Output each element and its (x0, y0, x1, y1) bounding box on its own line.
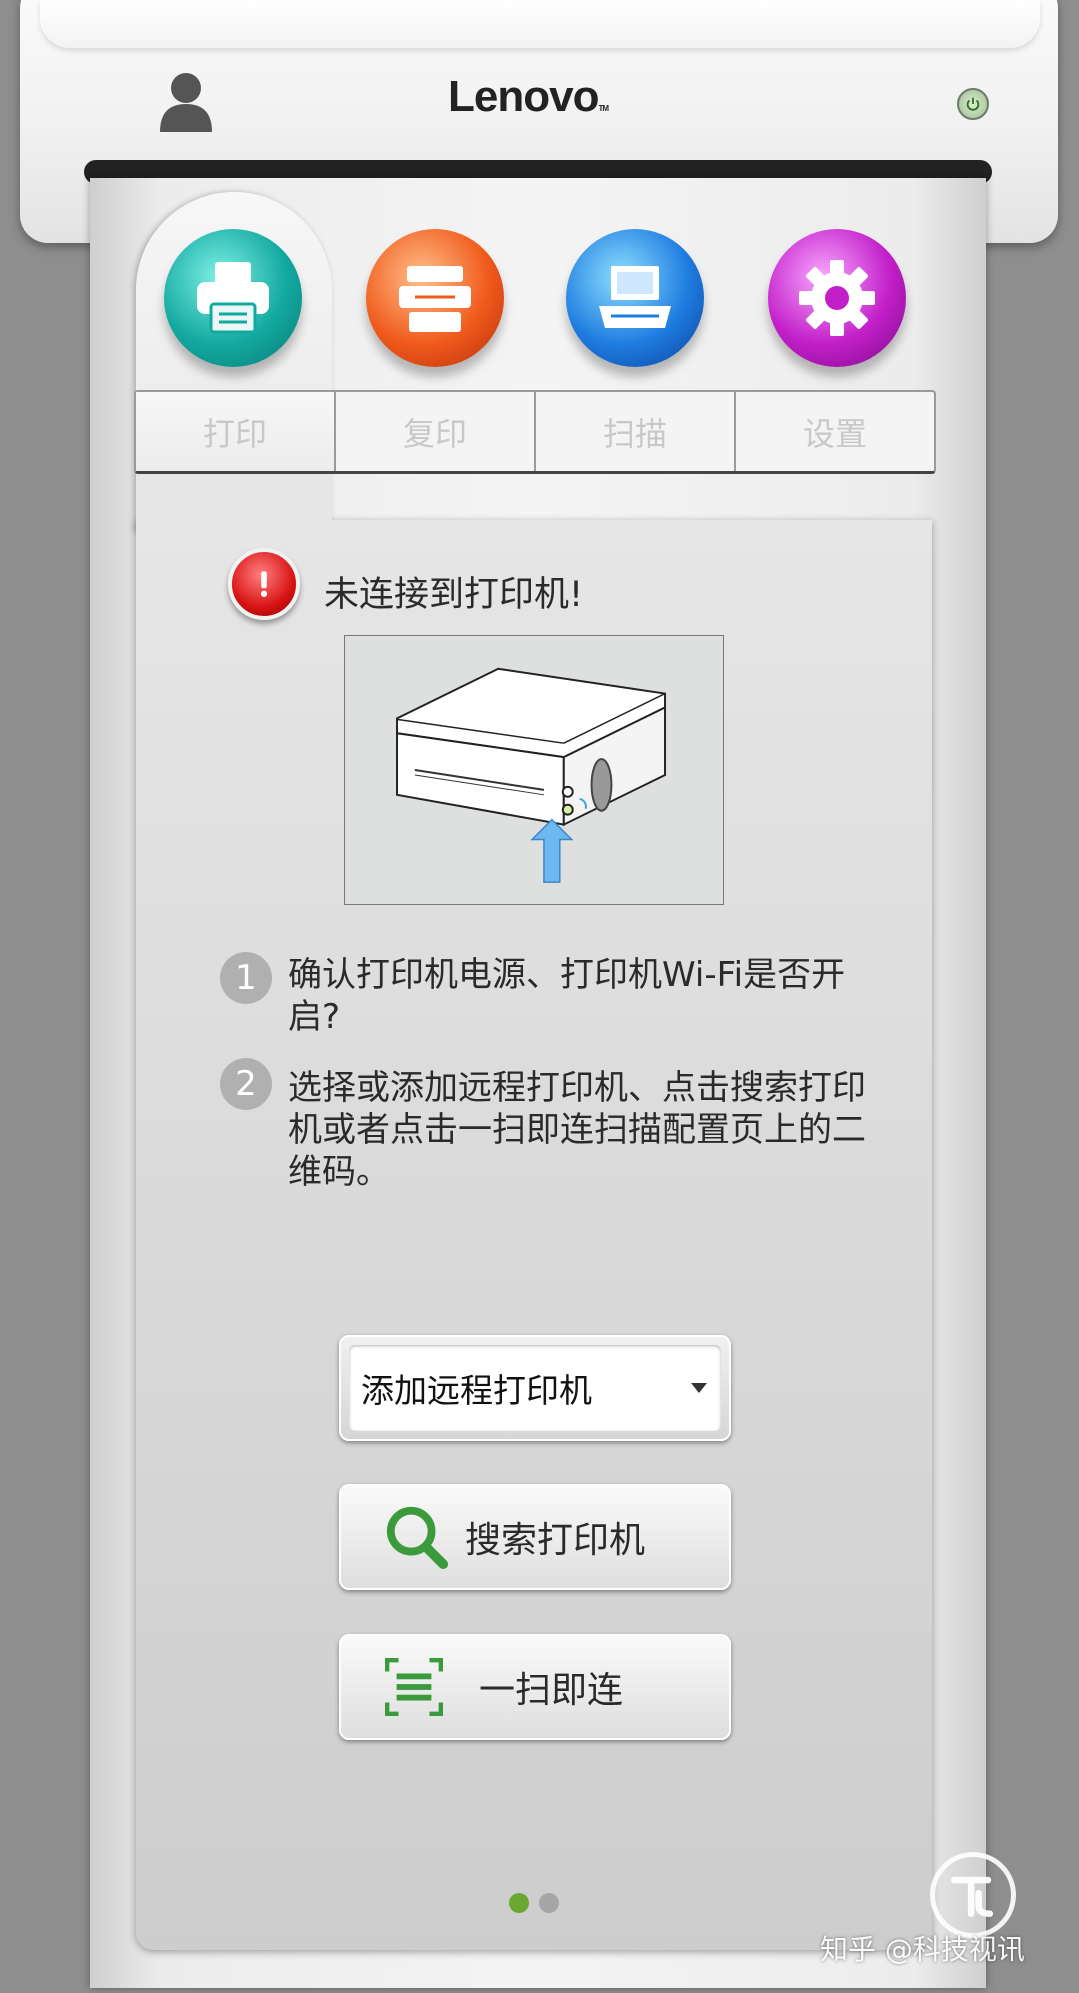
printer-select-value: 添加远程打印机 (361, 1371, 592, 1410)
tab-settings-icon-button[interactable] (768, 229, 906, 367)
step-2-badge: 2 (220, 1058, 272, 1110)
brand-logo: LenovoTM (448, 72, 609, 121)
scan-connect-label: 一扫即连 (479, 1670, 624, 1711)
search-printer-label: 搜索打印机 (465, 1520, 646, 1561)
power-icon[interactable] (957, 88, 989, 120)
search-icon (386, 1506, 449, 1570)
pager-dot-2[interactable] (539, 1893, 559, 1913)
watermark-text: 知乎 @科技视讯 (820, 1933, 1025, 1966)
user-icon[interactable] (158, 70, 214, 132)
tab-scan[interactable]: 扫描 (536, 392, 736, 471)
printer-illustration (344, 635, 724, 905)
tab-bar: 打印 复印 扫描 设置 (134, 390, 936, 474)
pager-dot-1[interactable] (509, 1893, 529, 1913)
tab-print-icon-button[interactable] (164, 229, 302, 367)
tab-copy[interactable]: 复印 (336, 392, 536, 471)
tab-copy-icon-button[interactable] (366, 229, 504, 367)
step-1-text: 确认打印机电源、打印机Wi-Fi是否开启? (288, 955, 846, 1037)
warning-icon (228, 548, 300, 620)
copier-icon (399, 266, 471, 332)
watermark-logo (930, 1852, 1016, 1938)
tab-settings[interactable]: 设置 (736, 392, 934, 471)
tab-scan-icon-button[interactable] (566, 229, 704, 367)
tab-print[interactable]: 打印 (136, 392, 336, 471)
header-highlight (40, 0, 1040, 48)
scan-connect-button[interactable]: 一扫即连 (339, 1634, 731, 1740)
printer-icon (197, 262, 269, 334)
gear-icon (799, 260, 875, 336)
alert-message: 未连接到打印机! (324, 575, 584, 615)
printer-select[interactable]: 添加远程打印机 (339, 1335, 731, 1441)
scanner-icon (599, 266, 671, 328)
step-1-badge: 1 (220, 952, 272, 1004)
qr-scan-icon (385, 1658, 443, 1716)
content-card-join (136, 470, 332, 530)
search-printer-button[interactable]: 搜索打印机 (339, 1484, 731, 1590)
step-2-text: 选择或添加远程打印机、点击搜索打印机或者点击一扫即连扫描配置页上的二维码。 (288, 1068, 866, 1192)
dropdown-arrow-icon (691, 1383, 707, 1393)
